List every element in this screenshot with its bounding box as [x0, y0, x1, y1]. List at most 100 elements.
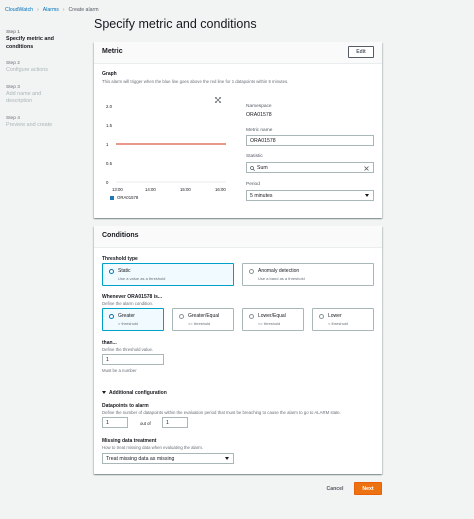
- step-1: Step 1 Specify metric and conditions: [6, 29, 86, 51]
- option-title: Lower: [328, 313, 342, 319]
- option-title: Static: [118, 268, 131, 274]
- breadcrumb-separator-icon: ›: [37, 7, 39, 13]
- step-label: conditions: [6, 43, 34, 50]
- conditions-panel-title: Conditions: [102, 232, 139, 239]
- datapoints-label: Datapoints to alarm: [102, 403, 149, 409]
- conditions-panel-header: Conditions: [94, 226, 382, 248]
- evaluation-periods-input[interactable]: 1: [162, 417, 188, 428]
- breadcrumb-alarms-link[interactable]: Alarms: [43, 7, 59, 13]
- step-label: Add name and: [6, 90, 42, 97]
- option-title: Lower/Equal: [258, 313, 286, 319]
- x-tick-label: 16:00: [215, 187, 226, 192]
- conditions-panel: Conditions Threshold type Static Use a v…: [94, 226, 382, 474]
- y-tick-label: 0: [106, 180, 109, 185]
- lower-option[interactable]: Lower < threshold: [312, 308, 374, 331]
- static-threshold-option[interactable]: Static Use a value as a threshold: [102, 263, 234, 286]
- option-desc: Use a value as a threshold: [118, 276, 166, 281]
- greater-option[interactable]: Greater > threshold: [102, 308, 164, 331]
- x-tick-label: 13:00: [112, 187, 123, 192]
- option-desc: < threshold: [328, 321, 348, 326]
- threshold-type-label: Threshold type: [102, 256, 138, 262]
- clear-icon[interactable]: [364, 166, 369, 171]
- y-tick-label: 0.5: [106, 161, 112, 166]
- radio-selected-icon: [109, 269, 114, 274]
- metric-chart: [116, 143, 226, 183]
- legend-swatch: [110, 196, 114, 200]
- chevron-down-icon: [365, 194, 369, 197]
- step-number: Step 3: [6, 84, 20, 90]
- missing-data-select[interactable]: Treat missing data as missing: [102, 453, 234, 464]
- option-desc: Use a band as a threshold: [258, 276, 305, 281]
- breadcrumb-current: Create alarm: [68, 7, 99, 13]
- x-tick-label: 15:00: [180, 187, 191, 192]
- whenever-label: Whenever ORA01578 is...: [102, 294, 163, 300]
- step-label: description: [6, 98, 33, 104]
- caret-down-icon: [102, 391, 106, 395]
- metric-panel-title: Metric: [102, 48, 123, 55]
- breadcrumb-separator-icon: ›: [62, 7, 65, 13]
- statistic-input[interactable]: Sum: [246, 162, 374, 173]
- metric-panel: Metric Edit Graph This alarm will trigge…: [94, 42, 382, 218]
- y-tick-label: 2.0: [106, 104, 112, 109]
- step-number: Step 1: [6, 30, 20, 35]
- page-title: Specify metric and conditions: [94, 17, 257, 31]
- additional-configuration-toggle[interactable]: Additional configuration: [102, 390, 167, 396]
- option-desc: <= threshold: [258, 321, 281, 326]
- step-label: Specify metric and: [6, 36, 54, 42]
- missing-data-value: Treat missing data as missing: [106, 455, 175, 462]
- period-label: Period: [246, 182, 260, 187]
- x-tick-label: 14:00: [145, 187, 156, 192]
- step-2: Step 2 Configure actions: [6, 60, 86, 75]
- breadcrumb-cloudwatch-link[interactable]: CloudWatch: [5, 7, 33, 13]
- breadcrumb: CloudWatch › Alarms › Create alarm: [5, 5, 99, 15]
- period-select[interactable]: 5 minutes: [246, 190, 374, 201]
- lower-equal-option[interactable]: Lower/Equal <= threshold: [242, 308, 304, 331]
- step-number: Step 2: [6, 61, 20, 66]
- radio-icon: [249, 314, 254, 319]
- step-label: Configure actions: [6, 67, 48, 73]
- step-4: Step 4 Preview and create: [6, 115, 86, 130]
- datapoints-to-alarm-input[interactable]: 1: [102, 417, 128, 428]
- metric-name-label: Metric name: [246, 128, 273, 133]
- graph-label: Graph: [102, 71, 117, 77]
- step-3: Step 3 Add name and description: [6, 84, 86, 106]
- statistic-value: Sum: [257, 164, 268, 171]
- chevron-down-icon: [225, 457, 229, 460]
- metric-panel-header: Metric Edit: [94, 42, 382, 64]
- greater-equal-option[interactable]: Greater/Equal >= threshold: [172, 308, 234, 331]
- missing-data-label: Missing data treatment: [102, 438, 157, 444]
- radio-icon: [179, 314, 184, 319]
- y-tick-label: 1.5: [106, 123, 112, 128]
- metric-name-input[interactable]: ORA01578: [246, 135, 374, 146]
- option-title: Greater: [118, 313, 135, 319]
- period-value: 5 minutes: [250, 192, 273, 199]
- step-label: Preview and create: [6, 121, 53, 128]
- legend-label: ORA01578: [117, 195, 139, 200]
- datapoints-description: Define the number of datapoints within t…: [102, 410, 341, 415]
- missing-data-description: How to treat missing data when evaluatin…: [102, 445, 204, 450]
- namespace-value: ORA01578: [246, 112, 272, 118]
- threshold-value-input[interactable]: 1: [102, 354, 164, 365]
- anomaly-detection-option[interactable]: Anomaly detection Use a band as a thresh…: [242, 263, 374, 286]
- radio-icon: [249, 269, 254, 274]
- option-desc: > threshold: [118, 321, 138, 326]
- threshold-hint: Must be a number: [102, 368, 137, 373]
- whenever-description: Define the alarm condition.: [102, 301, 154, 306]
- option-title: Anomaly detection: [258, 268, 300, 274]
- search-icon: [250, 166, 255, 171]
- cancel-button[interactable]: Cancel: [320, 483, 350, 495]
- edit-button[interactable]: Edit: [348, 46, 374, 58]
- out-of-label: out of: [140, 421, 151, 426]
- graph-description: This alarm will trigger when the blue li…: [102, 79, 289, 84]
- namespace-label: Namespace: [246, 104, 272, 109]
- option-desc: >= threshold: [188, 321, 211, 326]
- next-button[interactable]: Next: [354, 482, 382, 495]
- step-number: Step 4: [6, 115, 20, 121]
- wizard-steps: Step 1 Specify metric and conditions Ste…: [6, 29, 86, 138]
- than-description: Define the threshold value.: [102, 347, 154, 352]
- option-title: Greater/Equal: [188, 313, 220, 319]
- than-label: than...: [102, 340, 117, 346]
- radio-selected-icon: [109, 314, 114, 319]
- statistic-label: Statistic: [246, 154, 263, 159]
- radio-icon: [319, 314, 324, 319]
